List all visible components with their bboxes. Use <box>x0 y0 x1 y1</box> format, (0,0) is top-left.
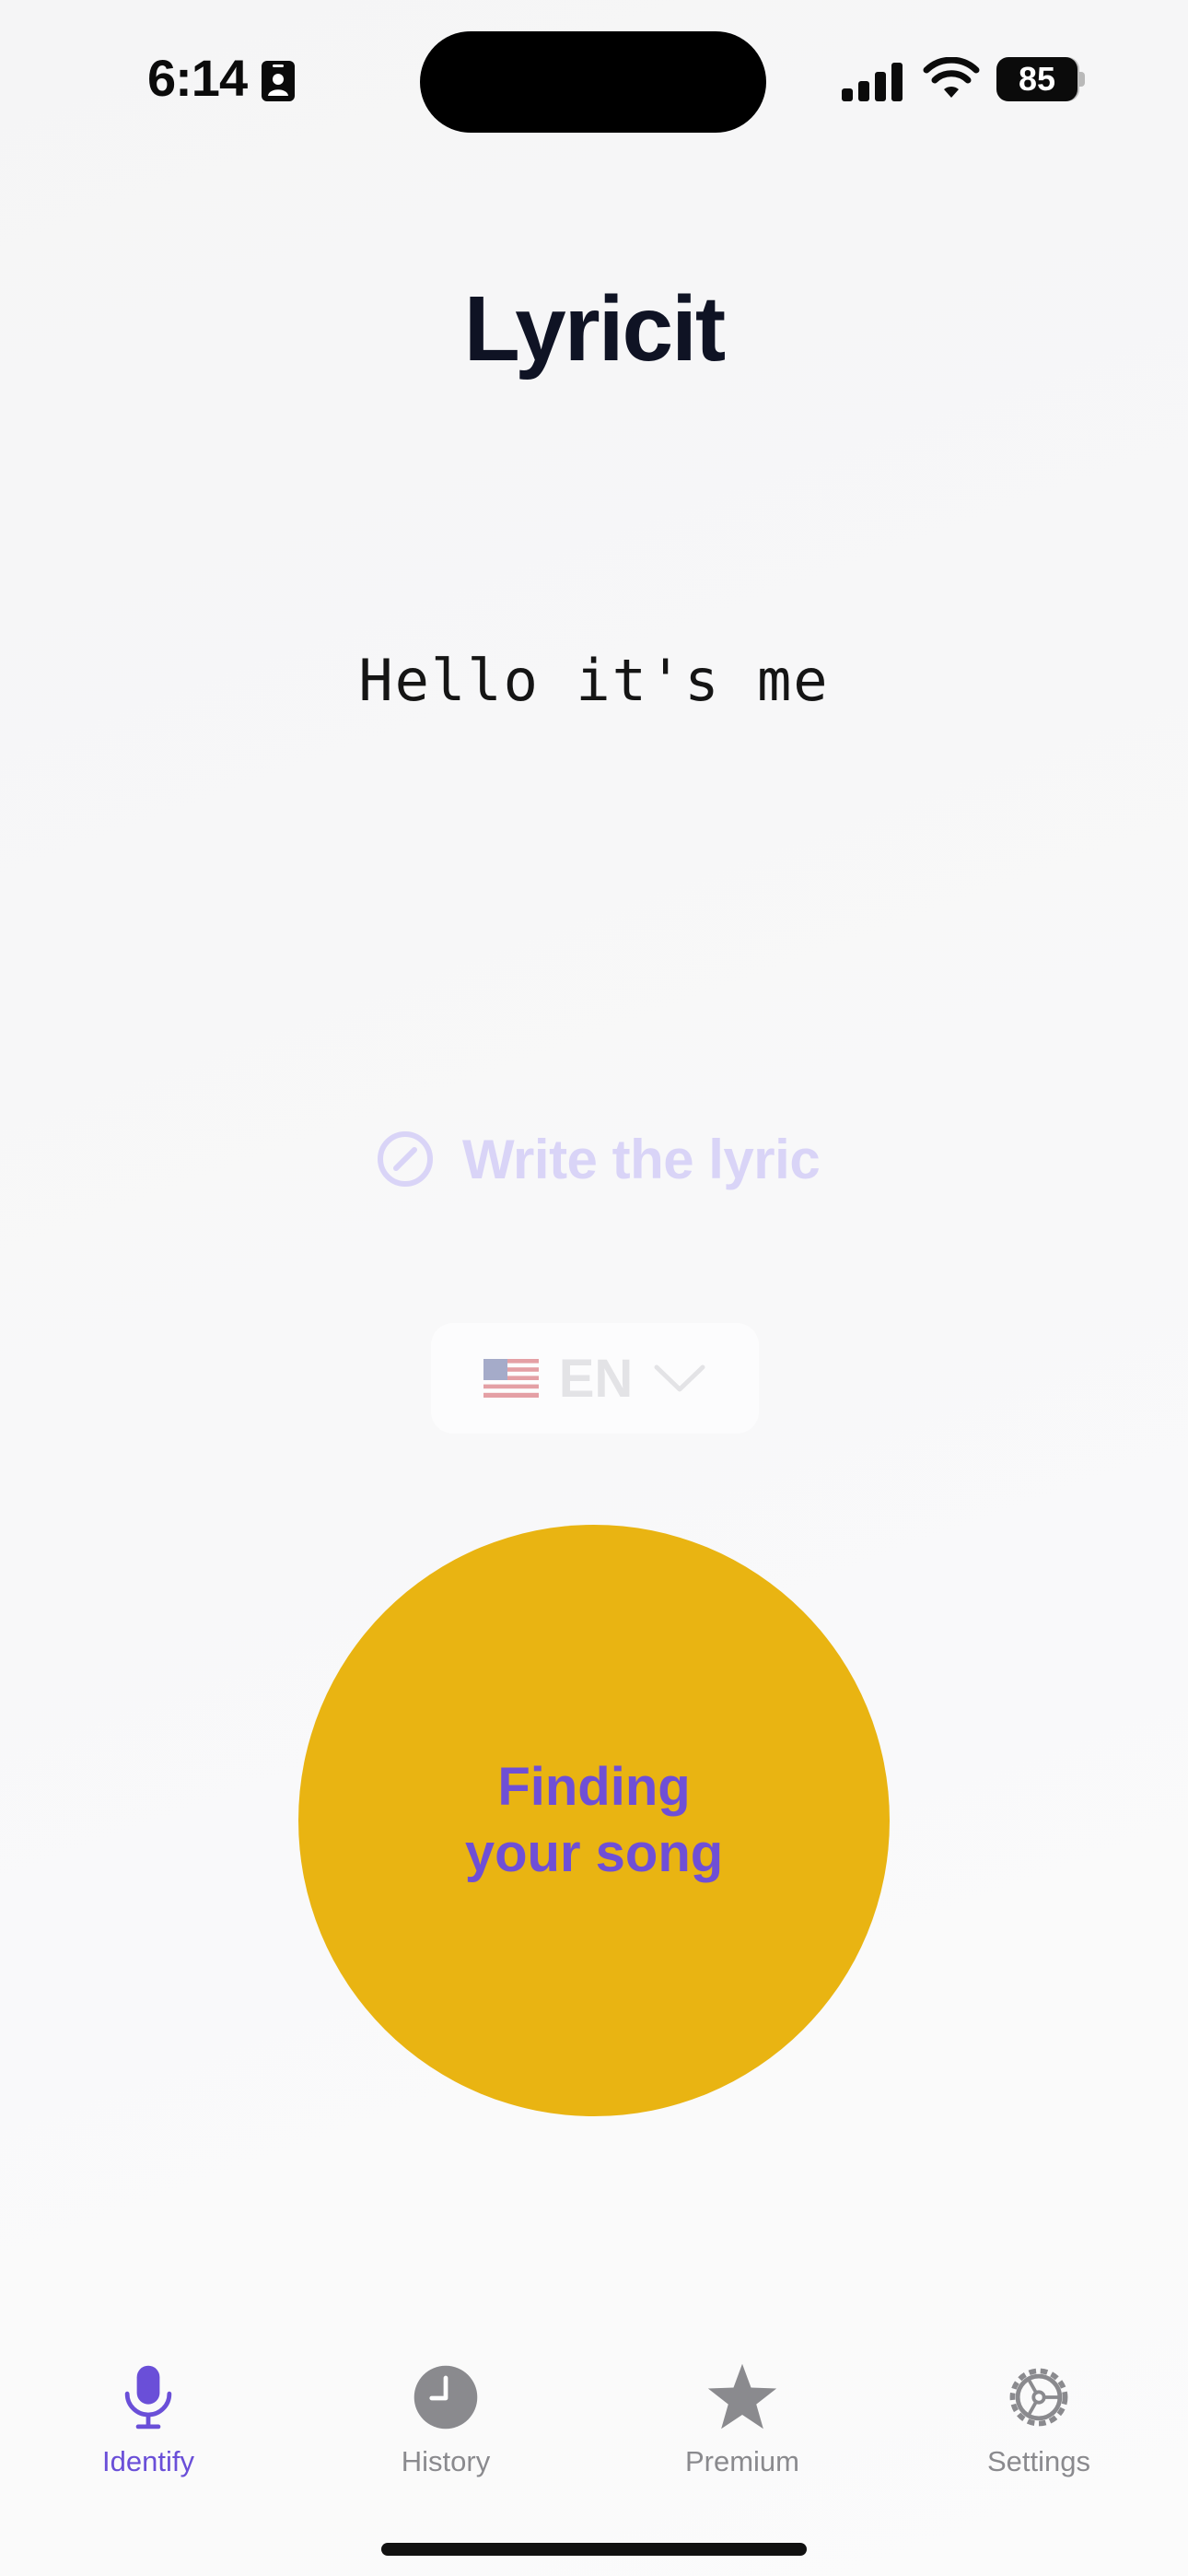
dynamic-island <box>420 31 766 133</box>
tab-settings[interactable]: Settings <box>928 2340 1149 2478</box>
battery-cap <box>1079 72 1085 87</box>
tab-identify[interactable]: Identify <box>38 2340 259 2478</box>
wifi-icon <box>923 57 980 98</box>
app-screen: 6:14 85 Lyricit Hello it's me Write the … <box>0 0 1188 2576</box>
tab-label-history: History <box>401 2445 491 2477</box>
record-label-line1: Finding <box>497 1757 691 1817</box>
battery-level: 85 <box>996 57 1077 101</box>
cellular-signal-icon <box>842 63 903 101</box>
app-title: Lyricit <box>463 277 726 381</box>
tab-premium[interactable]: Premium <box>632 2340 853 2478</box>
status-time: 6:14 <box>147 49 248 107</box>
tab-label-settings: Settings <box>986 2445 1090 2477</box>
home-indicator[interactable] <box>381 2543 807 2556</box>
lyric-input-text[interactable]: Hello it's me <box>0 647 1188 714</box>
clock-icon <box>413 2365 478 2430</box>
chevron-down-icon <box>654 1364 705 1392</box>
star-icon <box>707 2363 777 2430</box>
edit-circle-icon <box>378 1131 433 1187</box>
record-label-line2: your song <box>464 1823 724 1883</box>
language-code: EN <box>558 1348 634 1409</box>
tab-label-premium: Premium <box>684 2445 799 2477</box>
language-selector[interactable]: EN <box>431 1323 759 1434</box>
write-lyric-button[interactable]: Write the lyric <box>376 1122 821 1196</box>
tab-label-identify: Identify <box>102 2445 194 2477</box>
us-flag-icon <box>483 1359 539 1398</box>
identify-song-button[interactable]: Finding your song <box>298 1525 890 2116</box>
tab-bar: Identify History Premium Settings <box>0 2340 1188 2506</box>
gear-icon <box>1009 2368 1068 2427</box>
tab-history[interactable]: History <box>335 2340 556 2478</box>
contact-card-icon <box>262 61 295 101</box>
microphone-icon <box>124 2365 172 2430</box>
battery-icon: 85 <box>996 57 1085 101</box>
write-lyric-label: Write the lyric <box>462 1128 821 1190</box>
